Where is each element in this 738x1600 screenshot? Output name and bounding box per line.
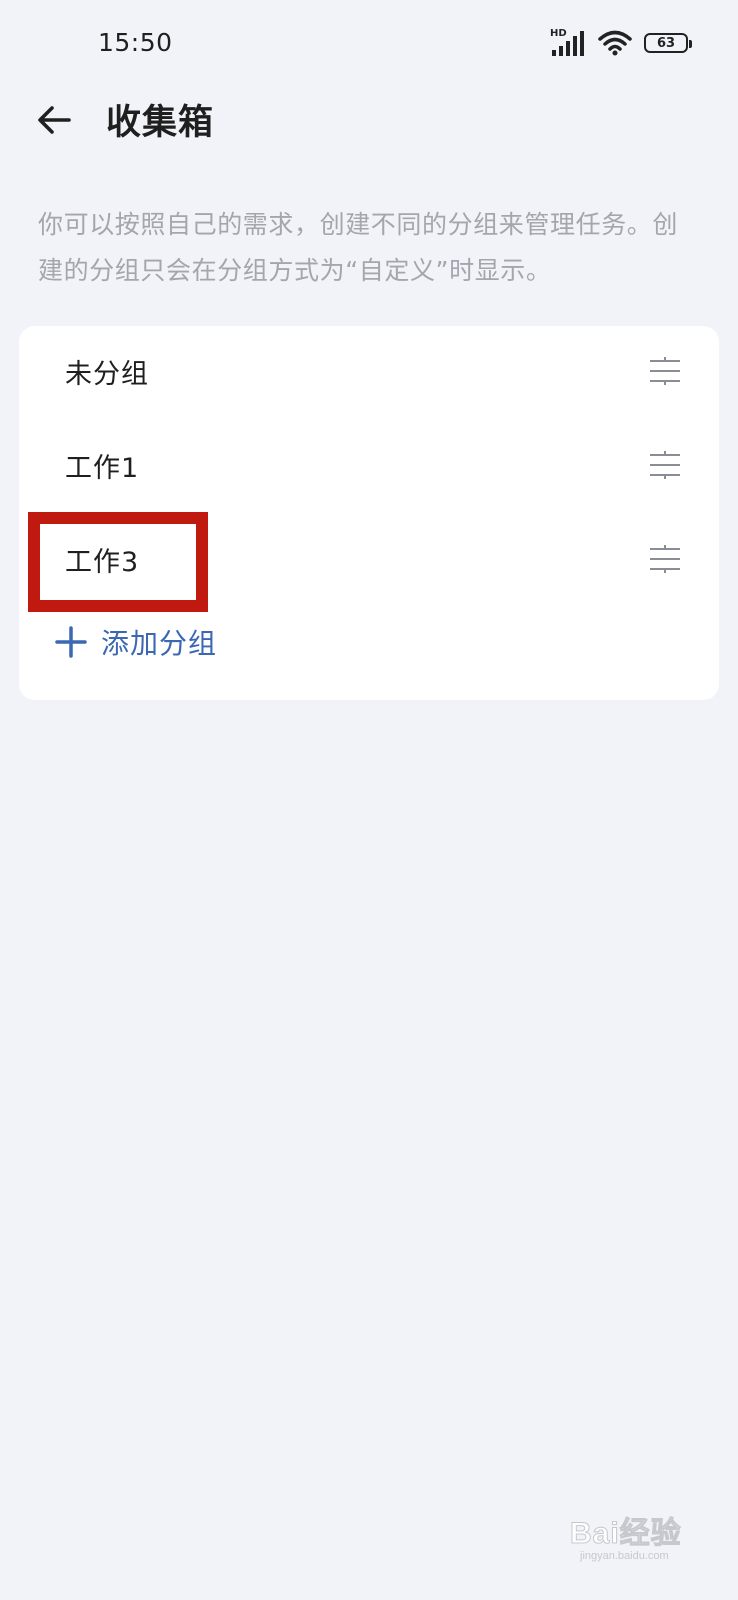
add-group-label: 添加分组 xyxy=(101,627,218,660)
battery-icon: 63 xyxy=(644,33,692,53)
page-title: 收集箱 xyxy=(106,103,215,143)
header: 收集箱 xyxy=(0,88,738,152)
group-row-ungrouped[interactable]: 未分组 xyxy=(19,326,719,418)
watermark-url: jingyan.baidu.com xyxy=(580,1550,669,1562)
group-row-work1[interactable]: 工作1 xyxy=(19,420,719,512)
highlight-annotation xyxy=(28,512,208,612)
status-bar: 15:50 HD 63 xyxy=(0,0,738,90)
drag-handle-icon[interactable] xyxy=(649,544,681,574)
wifi-icon xyxy=(598,30,632,56)
plus-icon xyxy=(55,626,87,658)
signal-hd-badge: HD xyxy=(550,28,567,39)
status-icons: HD 63 xyxy=(550,28,692,56)
back-arrow-icon xyxy=(38,106,71,134)
back-button[interactable] xyxy=(30,96,78,144)
cellular-signal-icon: HD xyxy=(550,28,586,56)
description-text: 你可以按照自己的需求，创建不同的分组来管理任务。创建的分组只会在分组方式为“自定… xyxy=(38,210,679,285)
baidu-jingyan-watermark: Bai经验 jingyan.baidu.com xyxy=(562,1500,710,1572)
drag-handle-icon[interactable] xyxy=(649,356,681,386)
group-label: 未分组 xyxy=(65,359,149,390)
battery-level: 63 xyxy=(656,35,676,51)
watermark-text: Bai经验 xyxy=(570,1517,682,1551)
add-group-button[interactable]: 添加分组 xyxy=(55,612,217,672)
status-time: 15:50 xyxy=(98,28,173,57)
group-label: 工作1 xyxy=(65,453,140,484)
drag-handle-icon[interactable] xyxy=(649,450,681,480)
